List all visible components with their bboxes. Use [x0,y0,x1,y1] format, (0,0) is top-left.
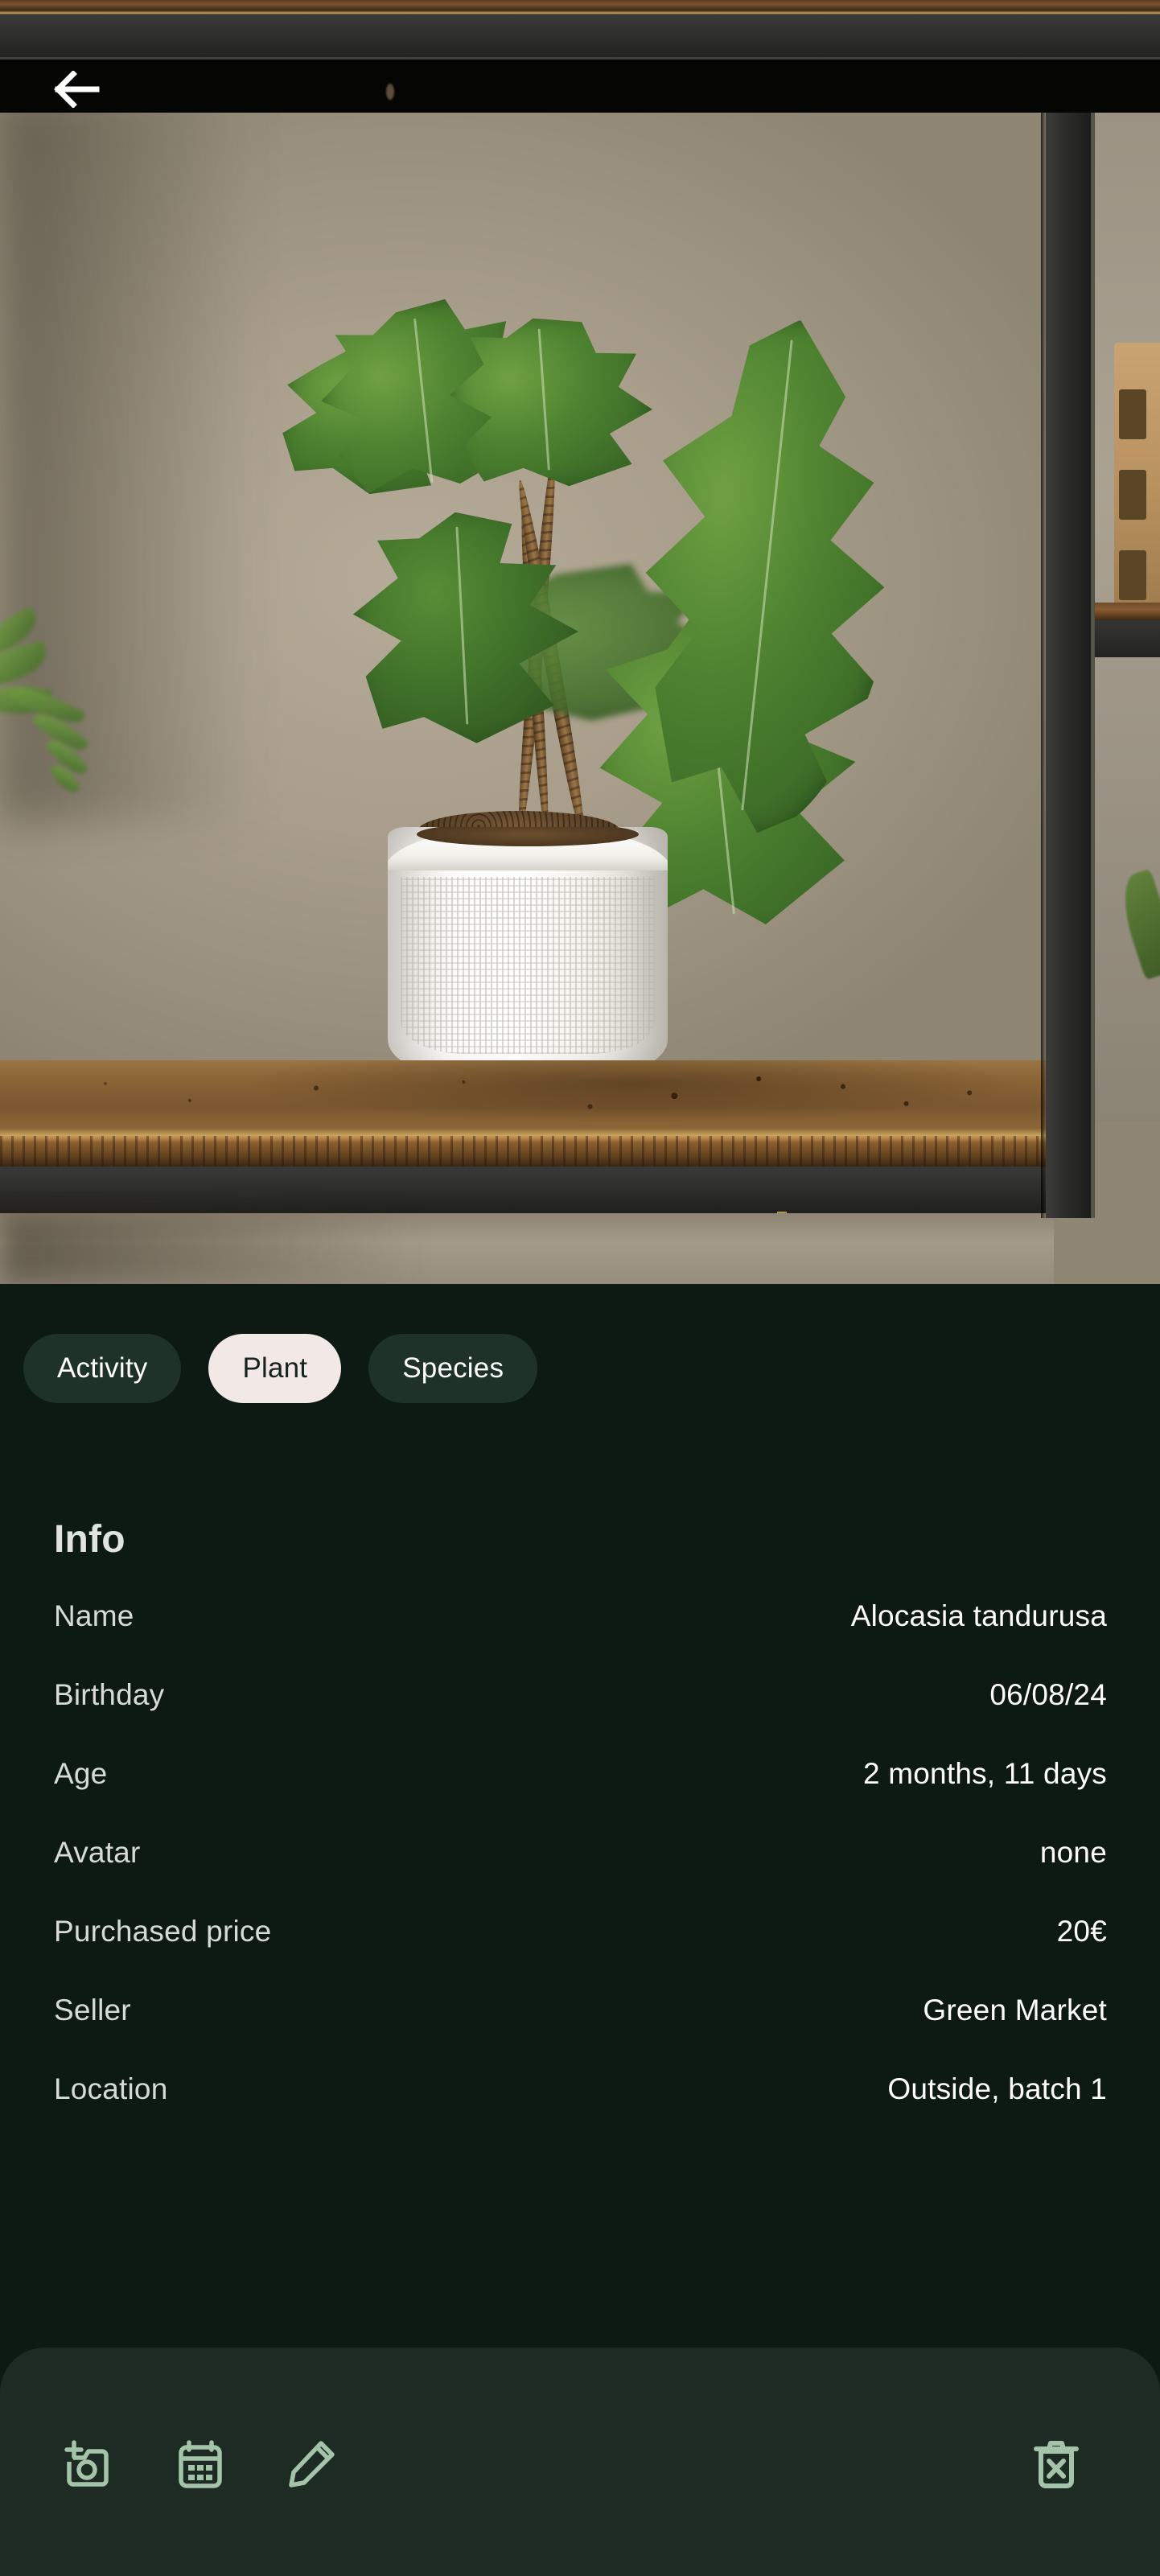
photo-plant-leaf [445,307,658,498]
info-label: Purchased price [54,1915,272,1948]
photo-plant-leaf [609,306,927,846]
tab-species[interactable]: Species [368,1334,538,1403]
plant-hero-photo[interactable] [0,0,1160,1284]
info-row-name: Name Alocasia tandurusa [54,1599,1107,1678]
photo-shelf-post-edge [1091,60,1095,1218]
tab-activity-label: Activity [57,1352,148,1384]
tab-bar: Activity Plant Species [0,1334,1160,1403]
back-arrow-icon [53,71,100,108]
calendar-button[interactable] [174,2438,227,2491]
info-label: Seller [54,1994,131,2027]
pencil-icon [287,2440,335,2488]
info-value: Green Market [923,1994,1107,2027]
info-label: Name [54,1599,134,1632]
tab-plant[interactable]: Plant [208,1334,342,1403]
photo-upper-shelf-wood [0,0,1160,14]
back-button[interactable] [47,60,106,119]
photo-shelf-soil-specks [0,1060,1054,1138]
info-row-location: Location Outside, batch 1 [54,2072,1107,2151]
bottom-action-bar [0,2348,1160,2576]
photo-shelf-post [1041,60,1092,1218]
photo-upper-shadow-gap [0,60,1160,113]
photo-shelf-edge [0,1136,1054,1167]
info-value: Outside, batch 1 [887,2072,1107,2105]
info-value: Alocasia tandurusa [850,1599,1107,1632]
info-label: Birthday [54,1678,165,1711]
add-photo-button[interactable] [63,2438,116,2491]
bottom-bar-destructive-group [1030,2438,1083,2491]
info-row-avatar: Avatar none [54,1836,1107,1915]
info-value: 06/08/24 [989,1678,1107,1711]
edit-button[interactable] [285,2438,338,2491]
info-row-seller: Seller Green Market [54,1994,1107,2072]
photo-shelf-metal-rail [0,1167,1054,1213]
delete-button[interactable] [1030,2438,1083,2491]
photo-upper-shelf-rail [0,14,1160,60]
tab-activity[interactable]: Activity [23,1334,182,1403]
info-label: Age [54,1757,108,1790]
photo-plant-leaf [348,501,593,755]
bottom-bar-action-group [63,2438,338,2491]
add-photo-icon [64,2440,115,2488]
info-value: 2 months, 11 days [863,1757,1107,1790]
info-row-purchased-price: Purchased price 20€ [54,1915,1107,1994]
photo-lower-wall-shadow [0,1213,418,1284]
tab-plant-label: Plant [242,1352,308,1384]
info-row-birthday: Birthday 06/08/24 [54,1678,1107,1757]
info-section-heading: Info [54,1518,125,1561]
delete-trash-icon [1034,2439,1079,2489]
calendar-icon [176,2440,224,2488]
tab-species-label: Species [402,1352,504,1384]
info-value: 20€ [1056,1915,1107,1948]
info-label: Avatar [54,1836,141,1869]
info-label: Location [54,2072,168,2105]
plant-detail-screen: Activity Plant Species Info Name Alocasi… [0,0,1160,2576]
info-value: none [1039,1836,1107,1869]
photo-white-pot [388,827,668,1076]
photo-upper-gap-speck [386,84,394,100]
plant-photo-image [0,0,1160,1284]
photo-right-compartment [1095,60,1160,1121]
info-row-age: Age 2 months, 11 days [54,1757,1107,1836]
info-list: Name Alocasia tandurusa Birthday 06/08/2… [54,1599,1107,2151]
